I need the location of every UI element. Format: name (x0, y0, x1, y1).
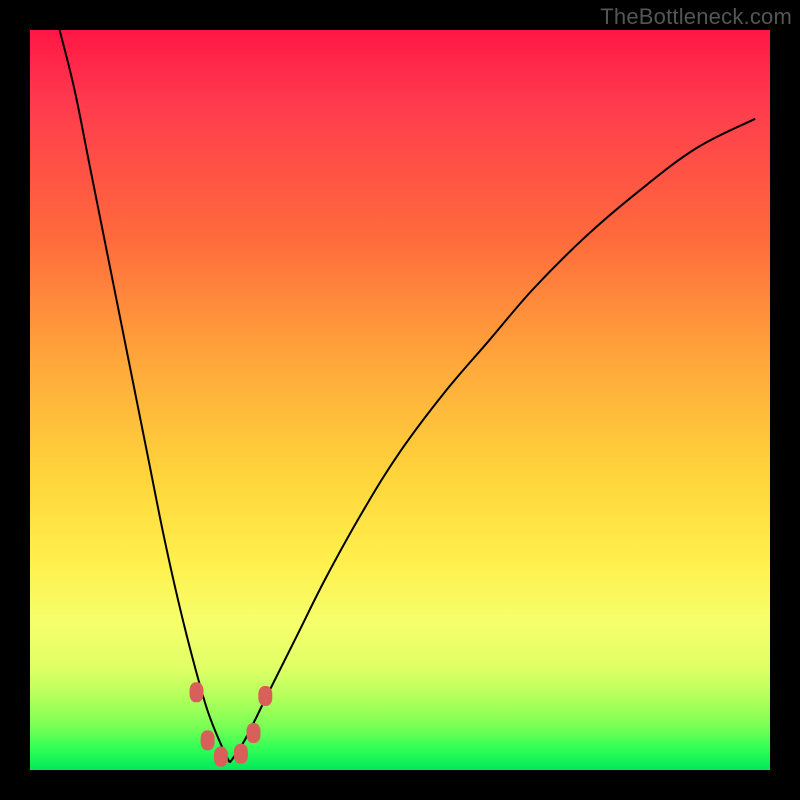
data-marker (234, 744, 248, 764)
data-marker (258, 686, 272, 706)
data-marker (190, 682, 204, 702)
watermark-text: TheBottleneck.com (600, 4, 792, 30)
curve-right-branch (230, 119, 755, 763)
plot-area (30, 30, 770, 770)
data-marker (246, 723, 260, 743)
data-marker (214, 747, 228, 767)
curve-left-branch (60, 30, 230, 763)
marker-group (190, 682, 273, 766)
data-marker (201, 730, 215, 750)
outer-frame: TheBottleneck.com (0, 0, 800, 800)
curve-layer (30, 30, 770, 770)
